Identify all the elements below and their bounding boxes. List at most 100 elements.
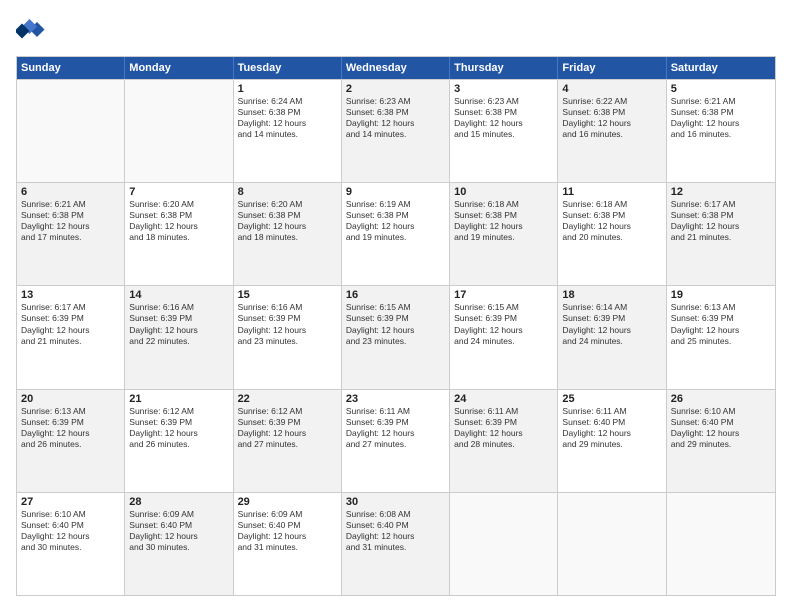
cell-line: Sunrise: 6:21 AM xyxy=(21,199,120,210)
calendar-cell: 20Sunrise: 6:13 AMSunset: 6:39 PMDayligh… xyxy=(17,390,125,492)
calendar-cell: 5Sunrise: 6:21 AMSunset: 6:38 PMDaylight… xyxy=(667,80,775,182)
header-day-thursday: Thursday xyxy=(450,57,558,79)
cell-line: Daylight: 12 hours xyxy=(346,428,445,439)
calendar-cell xyxy=(17,80,125,182)
cell-line: Daylight: 12 hours xyxy=(129,325,228,336)
calendar-row-4: 20Sunrise: 6:13 AMSunset: 6:39 PMDayligh… xyxy=(17,389,775,492)
header-day-saturday: Saturday xyxy=(667,57,775,79)
day-number: 18 xyxy=(562,289,661,301)
cell-line: Sunset: 6:39 PM xyxy=(129,313,228,324)
cell-line: and 30 minutes. xyxy=(129,542,228,553)
calendar-cell: 30Sunrise: 6:08 AMSunset: 6:40 PMDayligh… xyxy=(342,493,450,595)
cell-line: Sunrise: 6:19 AM xyxy=(346,199,445,210)
cell-line: Sunset: 6:40 PM xyxy=(346,520,445,531)
calendar-cell: 8Sunrise: 6:20 AMSunset: 6:38 PMDaylight… xyxy=(234,183,342,285)
calendar-cell xyxy=(558,493,666,595)
day-number: 2 xyxy=(346,83,445,95)
cell-line: and 31 minutes. xyxy=(238,542,337,553)
calendar-cell: 25Sunrise: 6:11 AMSunset: 6:40 PMDayligh… xyxy=(558,390,666,492)
cell-line: Sunrise: 6:23 AM xyxy=(454,96,553,107)
cell-line: Sunset: 6:38 PM xyxy=(346,210,445,221)
calendar-row-1: 1Sunrise: 6:24 AMSunset: 6:38 PMDaylight… xyxy=(17,79,775,182)
day-number: 15 xyxy=(238,289,337,301)
cell-line: Sunset: 6:39 PM xyxy=(454,313,553,324)
cell-line: and 19 minutes. xyxy=(454,232,553,243)
day-number: 10 xyxy=(454,186,553,198)
logo-icon xyxy=(16,16,46,46)
calendar-cell: 22Sunrise: 6:12 AMSunset: 6:39 PMDayligh… xyxy=(234,390,342,492)
calendar-cell: 4Sunrise: 6:22 AMSunset: 6:38 PMDaylight… xyxy=(558,80,666,182)
day-number: 8 xyxy=(238,186,337,198)
cell-line: Sunset: 6:40 PM xyxy=(238,520,337,531)
calendar-cell: 17Sunrise: 6:15 AMSunset: 6:39 PMDayligh… xyxy=(450,286,558,388)
cell-line: Sunset: 6:38 PM xyxy=(454,107,553,118)
cell-line: Sunset: 6:38 PM xyxy=(238,210,337,221)
cell-line: Daylight: 12 hours xyxy=(346,221,445,232)
day-number: 11 xyxy=(562,186,661,198)
cell-line: and 27 minutes. xyxy=(346,439,445,450)
cell-line: Daylight: 12 hours xyxy=(21,221,120,232)
calendar-row-5: 27Sunrise: 6:10 AMSunset: 6:40 PMDayligh… xyxy=(17,492,775,595)
header xyxy=(16,16,776,46)
day-number: 28 xyxy=(129,496,228,508)
cell-line: Sunrise: 6:15 AM xyxy=(346,302,445,313)
cell-line: and 26 minutes. xyxy=(129,439,228,450)
cell-line: Daylight: 12 hours xyxy=(562,325,661,336)
cell-line: Sunset: 6:38 PM xyxy=(346,107,445,118)
calendar-cell: 9Sunrise: 6:19 AMSunset: 6:38 PMDaylight… xyxy=(342,183,450,285)
cell-line: and 31 minutes. xyxy=(346,542,445,553)
calendar-cell: 13Sunrise: 6:17 AMSunset: 6:39 PMDayligh… xyxy=(17,286,125,388)
day-number: 17 xyxy=(454,289,553,301)
cell-line: Sunrise: 6:21 AM xyxy=(671,96,771,107)
cell-line: Sunrise: 6:16 AM xyxy=(129,302,228,313)
cell-line: Sunrise: 6:20 AM xyxy=(238,199,337,210)
cell-line: Sunrise: 6:20 AM xyxy=(129,199,228,210)
cell-line: and 15 minutes. xyxy=(454,129,553,140)
cell-line: Daylight: 12 hours xyxy=(346,531,445,542)
day-number: 30 xyxy=(346,496,445,508)
day-number: 6 xyxy=(21,186,120,198)
cell-line: and 21 minutes. xyxy=(671,232,771,243)
cell-line: Sunrise: 6:09 AM xyxy=(129,509,228,520)
calendar-cell: 1Sunrise: 6:24 AMSunset: 6:38 PMDaylight… xyxy=(234,80,342,182)
cell-line: Daylight: 12 hours xyxy=(454,428,553,439)
cell-line: Daylight: 12 hours xyxy=(671,325,771,336)
cell-line: Sunset: 6:38 PM xyxy=(238,107,337,118)
cell-line: Daylight: 12 hours xyxy=(238,118,337,129)
day-number: 19 xyxy=(671,289,771,301)
day-number: 1 xyxy=(238,83,337,95)
cell-line: Sunrise: 6:11 AM xyxy=(454,406,553,417)
day-number: 27 xyxy=(21,496,120,508)
cell-line: Daylight: 12 hours xyxy=(129,428,228,439)
cell-line: Daylight: 12 hours xyxy=(21,428,120,439)
cell-line: Sunset: 6:40 PM xyxy=(21,520,120,531)
cell-line: Daylight: 12 hours xyxy=(454,325,553,336)
calendar-cell: 11Sunrise: 6:18 AMSunset: 6:38 PMDayligh… xyxy=(558,183,666,285)
cell-line: Sunrise: 6:22 AM xyxy=(562,96,661,107)
header-day-wednesday: Wednesday xyxy=(342,57,450,79)
cell-line: Daylight: 12 hours xyxy=(671,428,771,439)
cell-line: and 19 minutes. xyxy=(346,232,445,243)
cell-line: Daylight: 12 hours xyxy=(21,325,120,336)
cell-line: Sunrise: 6:24 AM xyxy=(238,96,337,107)
cell-line: and 17 minutes. xyxy=(21,232,120,243)
cell-line: Daylight: 12 hours xyxy=(671,118,771,129)
cell-line: Daylight: 12 hours xyxy=(238,325,337,336)
cell-line: Sunset: 6:38 PM xyxy=(562,210,661,221)
calendar-cell xyxy=(667,493,775,595)
day-number: 16 xyxy=(346,289,445,301)
cell-line: Daylight: 12 hours xyxy=(562,118,661,129)
cell-line: and 29 minutes. xyxy=(562,439,661,450)
cell-line: and 25 minutes. xyxy=(671,336,771,347)
cell-line: Sunrise: 6:10 AM xyxy=(21,509,120,520)
cell-line: and 18 minutes. xyxy=(129,232,228,243)
day-number: 25 xyxy=(562,393,661,405)
cell-line: and 23 minutes. xyxy=(346,336,445,347)
day-number: 4 xyxy=(562,83,661,95)
calendar-cell: 16Sunrise: 6:15 AMSunset: 6:39 PMDayligh… xyxy=(342,286,450,388)
cell-line: Daylight: 12 hours xyxy=(129,221,228,232)
calendar-cell xyxy=(450,493,558,595)
day-number: 12 xyxy=(671,186,771,198)
calendar-row-2: 6Sunrise: 6:21 AMSunset: 6:38 PMDaylight… xyxy=(17,182,775,285)
day-number: 9 xyxy=(346,186,445,198)
